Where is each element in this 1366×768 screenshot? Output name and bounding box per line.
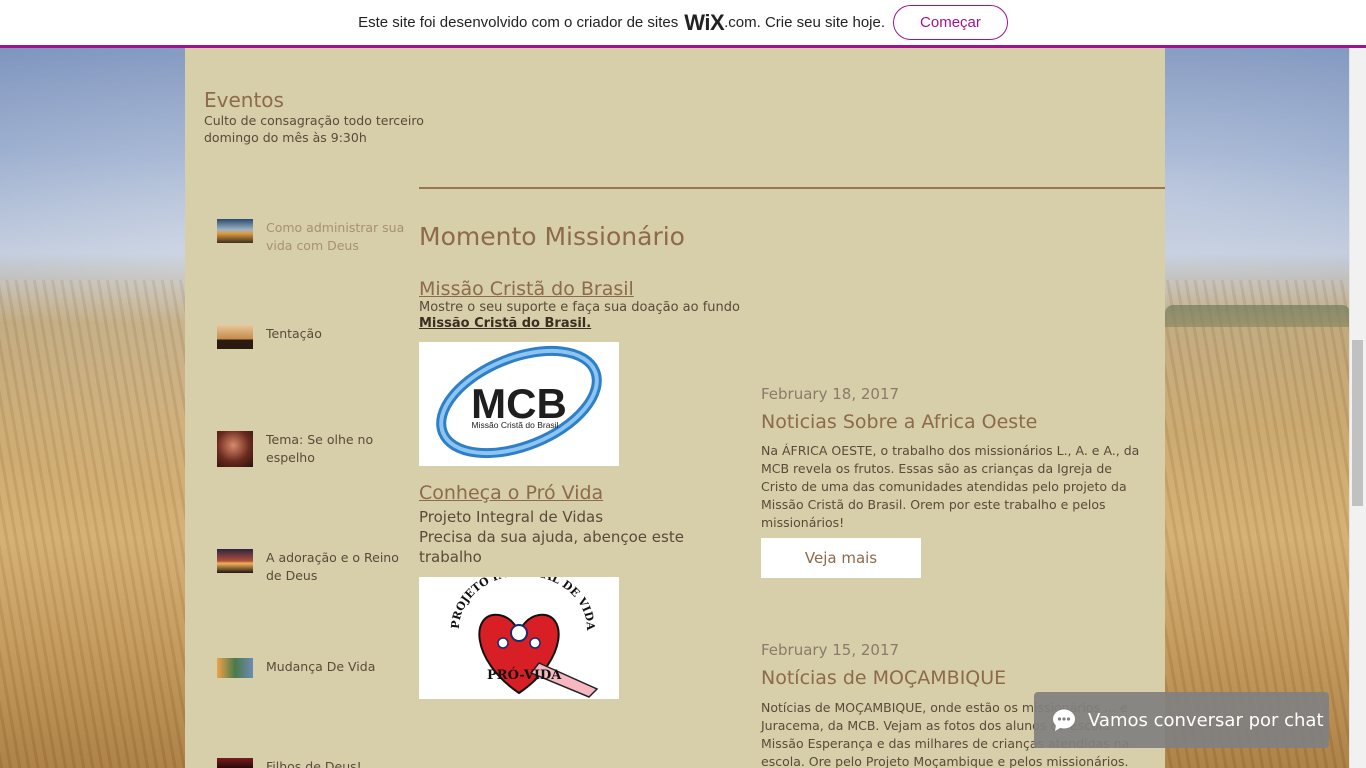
sidebar-post[interactable]: A adoração e o Reino de Deus <box>217 549 406 585</box>
sidebar-post-title[interactable]: Tema: Se olhe no espelho <box>266 431 406 467</box>
provida-arc-text: PROJETO INTEGRAL DE VIDA <box>449 577 597 631</box>
mcb-link[interactable]: Missão Cristã do Brasil <box>419 278 634 300</box>
news-title[interactable]: Notícias de MOÇAMBIQUE <box>761 667 1006 689</box>
mcb-logo-image[interactable]: MCB Missão Cristã do Brasil <box>419 342 619 466</box>
provida-logo-text: PRÓ-VIDA <box>487 666 562 683</box>
sidebar-post-title[interactable]: Filhos de Deus! <box>266 758 406 768</box>
provida-logo-image[interactable]: PROJETO INTEGRAL DE VIDA PRÓ-VIDA <box>419 577 619 699</box>
veja-mais-button[interactable]: Veja mais <box>761 538 921 578</box>
wix-logo: WiX <box>684 9 725 35</box>
woman-image <box>217 431 253 467</box>
wix-banner-text: Este site foi desenvolvido com o criador… <box>358 14 679 31</box>
mcb-logo-svg: MCB Missão Cristã do Brasil <box>436 345 602 459</box>
chat-bubble-icon <box>1053 709 1075 731</box>
wix-banner-text-after: .com. Crie seu site hoje. <box>724 14 886 31</box>
sidebar-post[interactable]: Como administrar sua vida com Deus <box>217 219 406 255</box>
events-description: Culto de consagração todo terceiro domin… <box>204 113 424 145</box>
news-body: Na ÁFRICA OESTE, o trabalho dos missioná… <box>761 443 1140 530</box>
events-title: Eventos <box>204 88 284 112</box>
provida-link[interactable]: Conheça o Pró Vida <box>419 482 603 504</box>
section-divider <box>419 187 1165 189</box>
momento-missionario-title: Momento Missionário <box>419 222 685 251</box>
news-date: February 18, 2017 <box>761 385 900 403</box>
sidebar-post[interactable]: Tentação <box>217 325 406 349</box>
news-date: February 15, 2017 <box>761 641 900 659</box>
mcb-description: Mostre o seu suporte e faça sua doação a… <box>419 300 740 315</box>
praying-silhouette-image <box>217 325 253 349</box>
book-image <box>217 758 253 768</box>
sidebar-post-title[interactable]: A adoração e o Reino de Deus <box>266 549 406 585</box>
news-title[interactable]: Noticias Sobre a Africa Oeste <box>761 411 1037 433</box>
sidebar-post-title[interactable]: Como administrar sua vida com Deus <box>266 219 406 255</box>
mcb-logo-subtext: Missão Cristã do Brasil <box>472 420 559 430</box>
sidebar-post-title[interactable]: Tentação <box>266 325 406 343</box>
scrollbar-thumb[interactable] <box>1352 340 1363 506</box>
sidebar-post-title[interactable]: Mudança De Vida <box>266 658 406 676</box>
wix-promo-banner: Este site foi desenvolvido com o criador… <box>0 0 1366 48</box>
sunset-image <box>217 219 253 243</box>
landscape-image <box>217 658 253 678</box>
sidebar-post[interactable]: Mudança De Vida <box>217 658 406 678</box>
provida-line2: Precisa da sua ajuda, abençoe este traba… <box>419 528 684 566</box>
tree-line <box>1165 305 1350 327</box>
sidebar-post[interactable]: Tema: Se olhe no espelho <box>217 431 406 467</box>
provida-logo-svg: PROJETO INTEGRAL DE VIDA PRÓ-VIDA <box>449 577 599 698</box>
sidebar-post[interactable]: Filhos de Deus! <box>217 758 406 768</box>
comecar-button[interactable]: Começar <box>893 5 1008 40</box>
mcb-bold-link[interactable]: Missão Cristã do Brasil. <box>419 316 591 331</box>
chat-button[interactable]: Vamos conversar por chat <box>1034 692 1329 748</box>
worship-silhouette-image <box>217 549 253 573</box>
chat-label: Vamos conversar por chat <box>1088 709 1324 731</box>
provida-line1: Projeto Integral de Vidas <box>419 508 604 526</box>
